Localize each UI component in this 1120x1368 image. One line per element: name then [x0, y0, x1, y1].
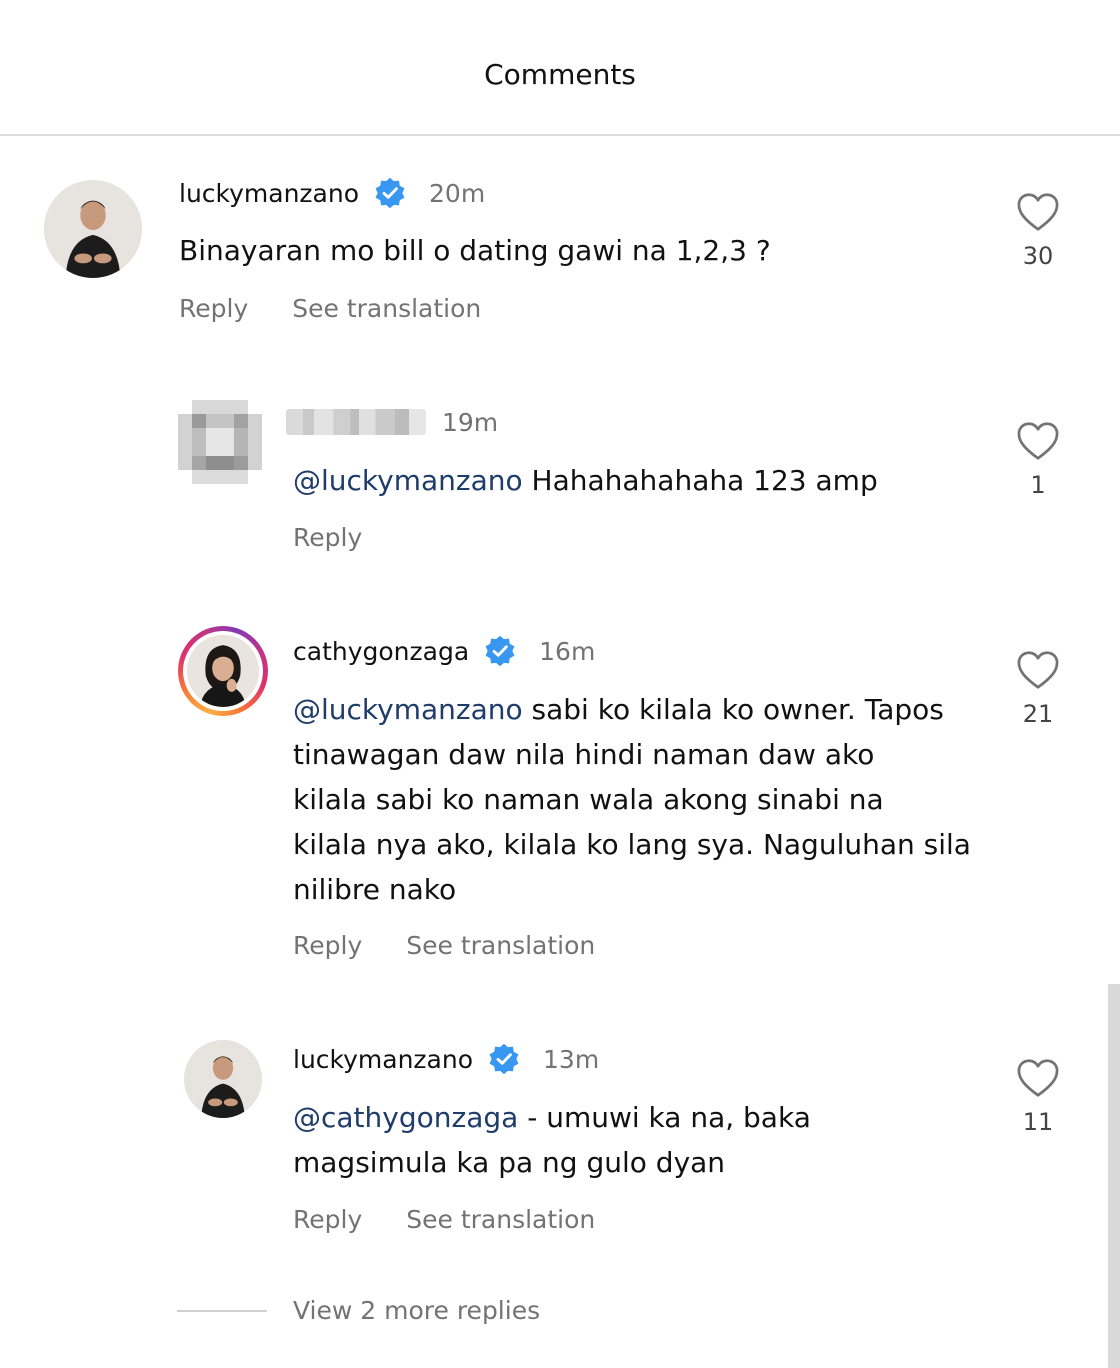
username[interactable]: cathygonzaga: [293, 637, 469, 666]
like-count: 11: [1022, 1108, 1054, 1136]
reply-button[interactable]: Reply: [293, 1205, 362, 1234]
comment-text: Binayaran mo bill o dating gawi na 1,2,3…: [179, 228, 879, 273]
comment-header: 19m: [286, 405, 498, 439]
mention-link[interactable]: @cathygonzaga: [293, 1101, 518, 1134]
mention-link[interactable]: @luckymanzano: [293, 464, 523, 497]
username[interactable]: luckymanzano: [293, 1045, 473, 1074]
like-control: 21: [1010, 650, 1066, 728]
see-translation-button[interactable]: See translation: [292, 294, 481, 323]
mention-link[interactable]: @luckymanzano: [293, 693, 523, 726]
heart-outline-icon[interactable]: [1016, 421, 1060, 461]
blurred-username[interactable]: [286, 409, 426, 435]
comment-actions: Reply See translation: [179, 294, 481, 323]
comment-text: @luckymanzano Hahahahahaha 123 amp: [293, 458, 993, 503]
heart-outline-icon[interactable]: [1016, 192, 1060, 232]
verified-badge-icon: [375, 177, 405, 209]
story-ring[interactable]: [178, 626, 268, 716]
view-more-replies[interactable]: View 2 more replies: [177, 1296, 540, 1325]
avatar-photo-cathygonzaga: [187, 635, 259, 707]
scrollbar[interactable]: [1108, 984, 1120, 1368]
reply-button[interactable]: Reply: [293, 523, 362, 552]
blurred-avatar: [178, 400, 262, 484]
view-more-replies-label[interactable]: View 2 more replies: [293, 1296, 540, 1325]
comment-actions: Reply: [293, 523, 362, 552]
avatar-photo-luckymanzano: [184, 1040, 262, 1118]
comment-text: @luckymanzano sabi ko kilala ko owner. T…: [293, 687, 993, 912]
avatar-photo-luckymanzano: [44, 180, 142, 278]
replies-divider-line: [177, 1309, 267, 1312]
reply-button[interactable]: Reply: [179, 294, 248, 323]
timestamp: 19m: [442, 407, 499, 437]
avatar[interactable]: [184, 1040, 262, 1118]
comment-body: Hahahahahaha 123 amp: [522, 464, 878, 497]
like-control: 30: [1010, 192, 1066, 270]
reply-button[interactable]: Reply: [293, 931, 362, 960]
verified-badge-icon: [489, 1043, 519, 1075]
comment-header: cathygonzaga 16m: [293, 634, 595, 668]
verified-badge-icon: [485, 635, 515, 667]
username[interactable]: luckymanzano: [179, 179, 359, 208]
avatar[interactable]: [44, 180, 142, 278]
comment-actions: Reply See translation: [293, 1205, 595, 1234]
avatar[interactable]: [178, 400, 262, 484]
comment-header: luckymanzano 20m: [179, 176, 485, 210]
timestamp: 20m: [429, 178, 486, 208]
like-count: 30: [1022, 242, 1054, 270]
heart-outline-icon[interactable]: [1016, 1058, 1060, 1098]
page-title: Comments: [484, 58, 636, 91]
see-translation-button[interactable]: See translation: [406, 1205, 595, 1234]
timestamp: 16m: [539, 636, 596, 666]
like-control: 11: [1010, 1058, 1066, 1136]
avatar: [187, 635, 259, 707]
like-count: 1: [1030, 471, 1046, 499]
timestamp: 13m: [543, 1044, 600, 1074]
see-translation-button[interactable]: See translation: [406, 931, 595, 960]
comment-actions: Reply See translation: [293, 931, 595, 960]
like-control: 1: [1010, 421, 1066, 499]
comment-text: @cathygonzaga - umuwi ka na, baka magsim…: [293, 1095, 993, 1185]
like-count: 21: [1022, 700, 1054, 728]
heart-outline-icon[interactable]: [1016, 650, 1060, 690]
comments-header: Comments: [0, 0, 1120, 136]
comment-header: luckymanzano 13m: [293, 1042, 599, 1076]
comment-body: Binayaran mo bill o dating gawi na 1,2,3…: [179, 234, 771, 267]
